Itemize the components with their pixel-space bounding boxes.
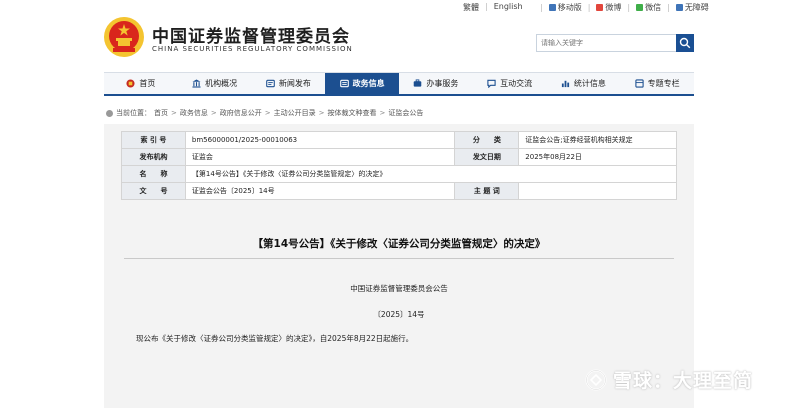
xueqiu-logo-icon xyxy=(585,369,607,390)
accessibility-icon xyxy=(675,4,683,11)
subject-value xyxy=(518,182,677,200)
divider: | xyxy=(667,3,670,12)
name-label: 名 称 xyxy=(121,165,186,183)
name-value: 【第14号公告】《关于修改〈证券公司分类监管规定〉的决定》 xyxy=(184,165,678,183)
divider: | xyxy=(587,3,591,12)
site-title[interactable]: 中国证券监督管理委员会 xyxy=(152,22,350,47)
nav-item-interaction[interactable]: 互动交流 xyxy=(473,73,547,94)
chat-icon xyxy=(487,79,496,88)
location-pin-icon xyxy=(106,109,113,117)
wechat-label: 微信 xyxy=(645,3,662,12)
weibo-label: 微博 xyxy=(605,3,622,12)
document-metadata-table: 索 引 号 bm56000001/2025-00010063 分 类 证监会公告… xyxy=(121,131,678,200)
document-issuer: 中国证券监督管理委员会公告 xyxy=(350,284,448,293)
search-icon xyxy=(679,37,691,49)
toolbar-links: | 移动版 | 微博 | 微信 | 无障碍 xyxy=(540,2,709,13)
nav-item-gov-info[interactable]: 政务信息 xyxy=(325,73,399,94)
nav-item-label: 首页 xyxy=(139,79,156,88)
nav-item-label: 办事服务 xyxy=(426,79,459,88)
lang-english-link[interactable]: English xyxy=(494,2,523,13)
home-icon xyxy=(126,79,135,88)
date-label: 发文日期 xyxy=(454,148,520,166)
nav-item-statistics[interactable]: 统计信息 xyxy=(547,73,621,94)
divider: | xyxy=(627,3,631,12)
main-nav: 首页 机构概况 新闻发布 政务信息 办事服务 互动交流 统计信息 专题专栏 xyxy=(104,72,694,96)
nav-item-about[interactable]: 机构概况 xyxy=(178,73,252,94)
lang-traditional-link[interactable]: 繁體 xyxy=(463,2,479,13)
table-row: 索 引 号 bm56000001/2025-00010063 分 类 证监会公告… xyxy=(121,131,677,149)
breadcrumb-separator: > xyxy=(318,109,325,117)
search-box xyxy=(536,34,694,52)
news-icon xyxy=(266,79,275,88)
weibo-icon xyxy=(596,4,604,11)
table-row: 文 号 证监会公告〔2025〕14号 主 题 词 xyxy=(121,182,677,200)
table-row: 名 称 【第14号公告】《关于修改〈证券公司分类监管规定〉的决定》 xyxy=(121,165,678,183)
nav-item-label: 互动交流 xyxy=(500,79,533,88)
category-value: 证监会公告;证券经营机构相关规定 xyxy=(518,131,677,149)
service-icon xyxy=(414,79,422,87)
breadcrumb-separator: > xyxy=(171,109,177,117)
search-button[interactable] xyxy=(676,34,694,52)
nav-item-home[interactable]: 首页 xyxy=(104,73,178,94)
breadcrumb: 当前位置： 首页 > 政务信息 > 政府信息公开 > 主动公开目录 > 按体裁文… xyxy=(106,108,423,118)
accessibility-label: 无障碍 xyxy=(684,3,709,12)
wechat-link[interactable]: 微信 xyxy=(636,2,661,13)
topic-icon xyxy=(634,79,644,88)
phone-icon xyxy=(548,4,556,11)
breadcrumb-separator: > xyxy=(210,109,217,117)
breadcrumb-item-catalog[interactable]: 主动公开目录 xyxy=(274,108,316,118)
watermark-text: 雪球：大理至简 xyxy=(613,370,754,392)
accessibility-link[interactable]: 无障碍 xyxy=(675,2,709,13)
mobile-version-link[interactable]: 移动版 xyxy=(548,2,582,13)
nav-item-label: 统计信息 xyxy=(573,79,606,88)
site-header: 中国证券监督管理委员会 CHINA SECURITIES REGULATORY … xyxy=(0,14,800,70)
breadcrumb-item-disclosure[interactable]: 政府信息公开 xyxy=(220,108,262,118)
index-label: 索 引 号 xyxy=(121,131,186,149)
index-value: bm56000001/2025-00010063 xyxy=(184,131,456,149)
document-number: 〔2025〕14号 xyxy=(373,310,425,319)
subject-label: 主 题 词 xyxy=(454,182,520,200)
site-subtitle: CHINA SECURITIES REGULATORY COMMISSION xyxy=(152,45,353,53)
wechat-icon xyxy=(636,4,644,11)
nav-item-label: 专题专栏 xyxy=(647,79,680,88)
nav-item-label: 机构概况 xyxy=(205,79,238,88)
divider xyxy=(124,258,674,259)
nav-item-news[interactable]: 新闻发布 xyxy=(252,73,326,94)
date-value: 2025年08月22日 xyxy=(518,148,677,166)
breadcrumb-item-announcements[interactable]: 证监会公告 xyxy=(388,108,423,118)
weibo-link[interactable]: 微博 xyxy=(596,2,621,13)
mobile-version-label: 移动版 xyxy=(557,3,582,12)
breadcrumb-item-home[interactable]: 首页 xyxy=(154,108,168,118)
watermark: 雪球：大理至简 xyxy=(585,366,753,393)
building-icon xyxy=(192,79,201,88)
language-switcher: 繁體 | English xyxy=(463,2,523,13)
breadcrumb-prefix: 当前位置： xyxy=(116,109,151,117)
stats-icon xyxy=(561,80,569,88)
divider: | xyxy=(485,2,488,11)
divider: | xyxy=(540,3,543,12)
document-paragraph: 现公布《关于修改〈证券公司分类监管规定〉的决定》，自2025年8月22日起施行。 xyxy=(136,334,414,343)
nav-item-services[interactable]: 办事服务 xyxy=(399,73,473,94)
info-icon xyxy=(339,79,349,88)
docno-value: 证监会公告〔2025〕14号 xyxy=(184,182,456,200)
nav-item-topics[interactable]: 专题专栏 xyxy=(620,73,694,94)
breadcrumb-item-gov-info[interactable]: 政务信息 xyxy=(180,108,208,118)
breadcrumb-item-by-type[interactable]: 按体裁文种查看 xyxy=(328,108,377,118)
nav-item-label: 新闻发布 xyxy=(278,79,311,88)
category-label: 分 类 xyxy=(454,131,520,149)
issuer-value: 证监会 xyxy=(184,148,456,166)
nav-item-label: 政务信息 xyxy=(352,79,385,88)
search-input[interactable] xyxy=(537,35,675,51)
breadcrumb-separator: > xyxy=(379,109,386,117)
issuer-label: 发布机构 xyxy=(121,148,186,166)
breadcrumb-separator: > xyxy=(264,109,271,117)
table-row: 发布机构 证监会 发文日期 2025年08月22日 xyxy=(121,148,677,166)
national-emblem-icon[interactable] xyxy=(103,16,145,58)
document-title: 【第14号公告】《关于修改〈证券公司分类监管规定〉的决定》 xyxy=(252,238,546,250)
top-utility-bar: 繁體 | English | 移动版 | 微博 | 微信 | 无障碍 xyxy=(0,0,800,14)
docno-label: 文 号 xyxy=(121,182,186,200)
